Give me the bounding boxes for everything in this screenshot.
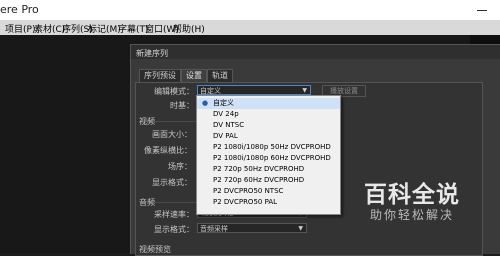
edit-mode-dropdown-list: ● 自定义 DV 24p DV NTSC DV PAL P2 1080i/108… <box>196 95 341 215</box>
dropdown-option[interactable]: P2 1080i/1080p 60Hz DVCPROHD <box>197 153 340 164</box>
watermark: 百科全说 助你轻松解决 <box>356 173 466 233</box>
menu-item-project[interactable]: 项目(P) <box>5 22 35 35</box>
field-order-label: 场序： <box>168 162 192 171</box>
sample-rate-label: 采样速率： <box>154 210 194 219</box>
dropdown-option[interactable]: P2 720p 60Hz DVCPROHD <box>197 175 340 186</box>
dropdown-option[interactable]: P2 720p 50Hz DVCPROHD <box>197 164 340 175</box>
selected-dot-icon: ● <box>202 99 209 107</box>
audio-display-format-value: 音频采样 <box>200 225 228 233</box>
divider <box>154 202 198 203</box>
divider <box>154 121 198 122</box>
minimize-icon[interactable] <box>476 5 488 15</box>
video-display-format-label: 显示格式： <box>152 178 192 187</box>
video-section-heading: 视频 <box>139 117 155 126</box>
tab-tracks[interactable]: 轨道 <box>207 69 233 83</box>
timebase-label: 时基： <box>170 101 194 110</box>
menu-item-marker[interactable]: 标记(M) <box>88 22 121 35</box>
dropdown-option[interactable]: P2 1080i/1080p 50Hz DVCPROHD <box>197 142 340 153</box>
dropdown-option[interactable]: P2 DVCPRO50 NTSC <box>197 186 340 197</box>
audio-display-format-label: 显示格式： <box>154 225 194 234</box>
dropdown-option[interactable]: P2 DVCPRO50 PAL <box>197 197 340 208</box>
dropdown-option[interactable]: ● 自定义 <box>197 98 340 109</box>
menu-bar: 项目(P) 素材(C) 序列(S) 标记(M) 字幕(T) 窗口(W) 帮助(H… <box>0 20 500 35</box>
app-title-bar: ere Pro <box>0 0 500 20</box>
edit-mode-label: 编辑模式： <box>154 87 194 96</box>
dropdown-option[interactable]: DV 24p <box>197 109 340 120</box>
dropdown-option[interactable]: DV NTSC <box>197 120 340 131</box>
watermark-subtitle: 助你轻松解决 <box>370 208 455 222</box>
audio-display-format-select[interactable]: 音频采样 ▼ <box>197 223 307 233</box>
dialog-title: 新建序列 <box>136 49 168 58</box>
tab-settings[interactable]: 设置 <box>181 69 207 83</box>
menu-item-title[interactable]: 字幕(T) <box>118 22 149 35</box>
edit-mode-select[interactable]: 自定义 ▼ <box>197 85 311 95</box>
audio-section-heading: 音频 <box>139 198 155 207</box>
menu-item-clip[interactable]: 素材(C) <box>34 22 65 35</box>
dropdown-option[interactable]: DV PAL <box>197 131 340 142</box>
video-preview-section-heading: 视频预览 <box>139 245 171 254</box>
watermark-title: 百科全说 <box>364 182 460 208</box>
app-title: ere Pro <box>0 3 39 16</box>
dialog-title-bar: 新建序列 <box>131 45 500 59</box>
chevron-down-icon: ▼ <box>298 225 303 232</box>
menu-item-help[interactable]: 帮助(H) <box>173 22 205 35</box>
tab-sequence-presets[interactable]: 序列预设 <box>139 69 181 83</box>
frame-size-label: 画面大小： <box>152 130 192 139</box>
pixel-aspect-label: 像素纵横比： <box>144 146 192 155</box>
edit-mode-value: 自定义 <box>200 87 221 95</box>
